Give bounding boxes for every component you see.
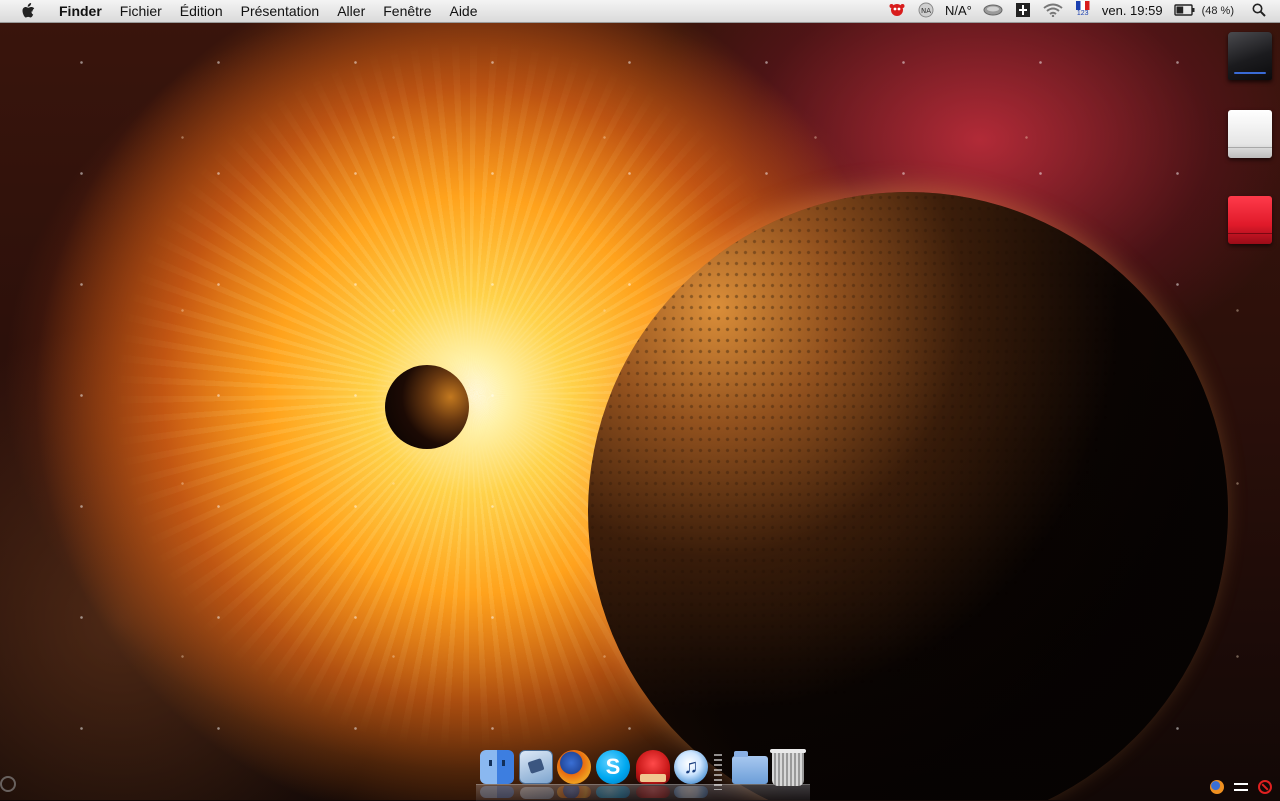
menu-aide[interactable]: Aide	[440, 0, 486, 22]
disk-status-icon[interactable]	[983, 3, 1003, 20]
weather-temperature[interactable]: N/A°	[945, 0, 972, 22]
sync-arrows-icon[interactable]	[1234, 780, 1248, 794]
mail-icon[interactable]	[519, 750, 554, 799]
menu-presentation[interactable]: Présentation	[232, 0, 329, 22]
weather-icon[interactable]: NA	[918, 2, 934, 21]
screen-sharing-icon[interactable]	[1015, 2, 1031, 21]
itunes-icon[interactable]	[674, 750, 708, 798]
battery-percentage[interactable]: (48 %)	[1202, 0, 1234, 22]
small-moon	[385, 365, 469, 449]
wifi-icon[interactable]	[1043, 3, 1063, 20]
svg-text:NA: NA	[921, 7, 931, 15]
blocked-icon[interactable]	[1258, 780, 1272, 794]
menu-fenetre[interactable]: Fenêtre	[374, 0, 440, 22]
hot-corner-indicator-icon	[0, 776, 16, 792]
adium-icon[interactable]	[636, 750, 670, 798]
battery-icon[interactable]	[1173, 3, 1196, 19]
spotlight-search-icon[interactable]	[1252, 3, 1266, 20]
firefox-mini-icon[interactable]	[1210, 780, 1224, 794]
menu-fichier[interactable]: Fichier	[111, 0, 171, 22]
dock	[476, 748, 810, 801]
menu-bar-status: NA N/A° 123 ven. 19:59 (48 %)	[882, 0, 1280, 22]
flag-number-label: 123	[1076, 9, 1089, 17]
documents-folder-icon[interactable]	[732, 751, 768, 784]
finder-icon[interactable]	[480, 750, 514, 798]
menu-bar-left: Finder Fichier Édition Présentation Alle…	[0, 0, 487, 22]
firefox-icon[interactable]	[557, 750, 591, 798]
dock-separator	[714, 754, 722, 790]
menu-finder[interactable]: Finder	[50, 0, 111, 22]
corner-tray	[1210, 780, 1272, 794]
apple-menu-icon[interactable]	[20, 3, 36, 19]
menu-edition[interactable]: Édition	[171, 0, 232, 22]
trash-icon[interactable]	[770, 749, 806, 786]
skype-icon[interactable]	[596, 750, 630, 798]
input-language-flag-icon[interactable]: 123	[1075, 0, 1091, 22]
adium-status-icon[interactable]	[888, 2, 906, 21]
desktop-wallpaper	[0, 0, 1280, 800]
planet-surface-texture	[588, 192, 1228, 800]
red-drive-icon[interactable]	[1228, 196, 1272, 244]
menu-bar: Finder Fichier Édition Présentation Alle…	[0, 0, 1280, 23]
white-drive-icon[interactable]	[1228, 110, 1272, 158]
clock[interactable]: ven. 19:59	[1102, 0, 1163, 22]
menu-aller[interactable]: Aller	[328, 0, 374, 22]
dark-hard-drive-icon[interactable]	[1228, 32, 1272, 80]
